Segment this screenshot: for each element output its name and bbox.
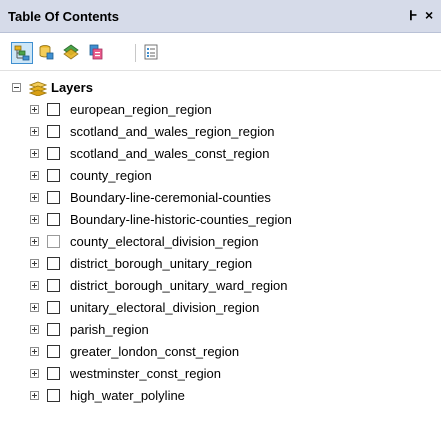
list-by-visibility-button[interactable]: [61, 42, 83, 64]
list-by-source-icon: [39, 45, 54, 60]
window-title: Table Of Contents: [8, 9, 119, 24]
list-by-drawing-order-button[interactable]: [11, 42, 33, 64]
list-by-selection-button[interactable]: [86, 42, 108, 64]
layer-visibility-checkbox[interactable]: [47, 147, 60, 160]
list-by-visibility-icon: [63, 44, 79, 60]
layer-visibility-checkbox[interactable]: [47, 367, 60, 380]
layer-visibility-checkbox[interactable]: [47, 301, 60, 314]
layer-label: unitary_electoral_division_region: [70, 300, 260, 315]
layer-visibility-checkbox[interactable]: [47, 213, 60, 226]
toc-toolbar: [0, 33, 441, 71]
layer-visibility-checkbox[interactable]: [47, 191, 60, 204]
layer-label: Boundary-line-ceremonial-counties: [70, 190, 271, 205]
toolbar-separator: [135, 44, 136, 62]
layer-label: greater_london_const_region: [70, 344, 240, 359]
layer-visibility-checkbox[interactable]: [47, 257, 60, 270]
layer-visibility-checkbox[interactable]: [47, 103, 60, 116]
expand-icon[interactable]: [30, 325, 39, 334]
list-by-source-button[interactable]: [36, 42, 58, 64]
close-icon[interactable]: ×: [425, 7, 433, 23]
expand-icon[interactable]: [30, 237, 39, 246]
layer-label: district_borough_unitary_region: [70, 256, 253, 271]
layer-label: county_electoral_division_region: [70, 234, 259, 249]
collapse-icon[interactable]: [12, 83, 21, 92]
layer-visibility-checkbox[interactable]: [47, 279, 60, 292]
layer-visibility-checkbox[interactable]: [47, 125, 60, 138]
expand-icon[interactable]: [30, 105, 39, 114]
layer-label: european_region_region: [70, 102, 212, 117]
expand-icon[interactable]: [30, 149, 39, 158]
options-icon: [144, 44, 158, 60]
expand-icon[interactable]: [30, 127, 39, 136]
list-by-drawing-order-icon: [14, 45, 30, 61]
toc-title-bar: Table Of Contents Ͱ ×: [0, 0, 441, 33]
layer-label: district_borough_unitary_ward_region: [70, 278, 288, 293]
tree-root-row[interactable]: Layers: [0, 77, 441, 99]
layers-root-label: Layers: [51, 80, 93, 95]
expand-icon[interactable]: [30, 347, 39, 356]
expand-icon[interactable]: [30, 303, 39, 312]
layer-label: parish_region: [70, 322, 149, 337]
layer-visibility-checkbox[interactable]: [47, 169, 60, 182]
expand-icon[interactable]: [30, 171, 39, 180]
pin-icon[interactable]: Ͱ: [409, 8, 418, 24]
expand-icon[interactable]: [30, 215, 39, 224]
layer-label: high_water_polyline: [70, 388, 185, 403]
list-by-selection-icon: [89, 44, 103, 60]
layer-label: Boundary-line-historic-counties_region: [70, 212, 292, 227]
expand-icon[interactable]: [30, 193, 39, 202]
expand-icon[interactable]: [30, 259, 39, 268]
layer-visibility-checkbox[interactable]: [47, 389, 60, 402]
layer-label: scotland_and_wales_region_region: [70, 124, 275, 139]
layer-visibility-checkbox[interactable]: [47, 323, 60, 336]
layers-icon: [29, 81, 47, 96]
layer-label: westminster_const_region: [70, 366, 222, 381]
layer-label: scotland_and_wales_const_region: [70, 146, 270, 161]
layer-visibility-checkbox[interactable]: [47, 235, 60, 248]
layer-visibility-checkbox[interactable]: [47, 345, 60, 358]
expand-icon[interactable]: [30, 369, 39, 378]
expand-icon[interactable]: [30, 281, 39, 290]
options-button[interactable]: [141, 42, 163, 64]
layer-label: county_region: [70, 168, 152, 183]
expand-icon[interactable]: [30, 391, 39, 400]
